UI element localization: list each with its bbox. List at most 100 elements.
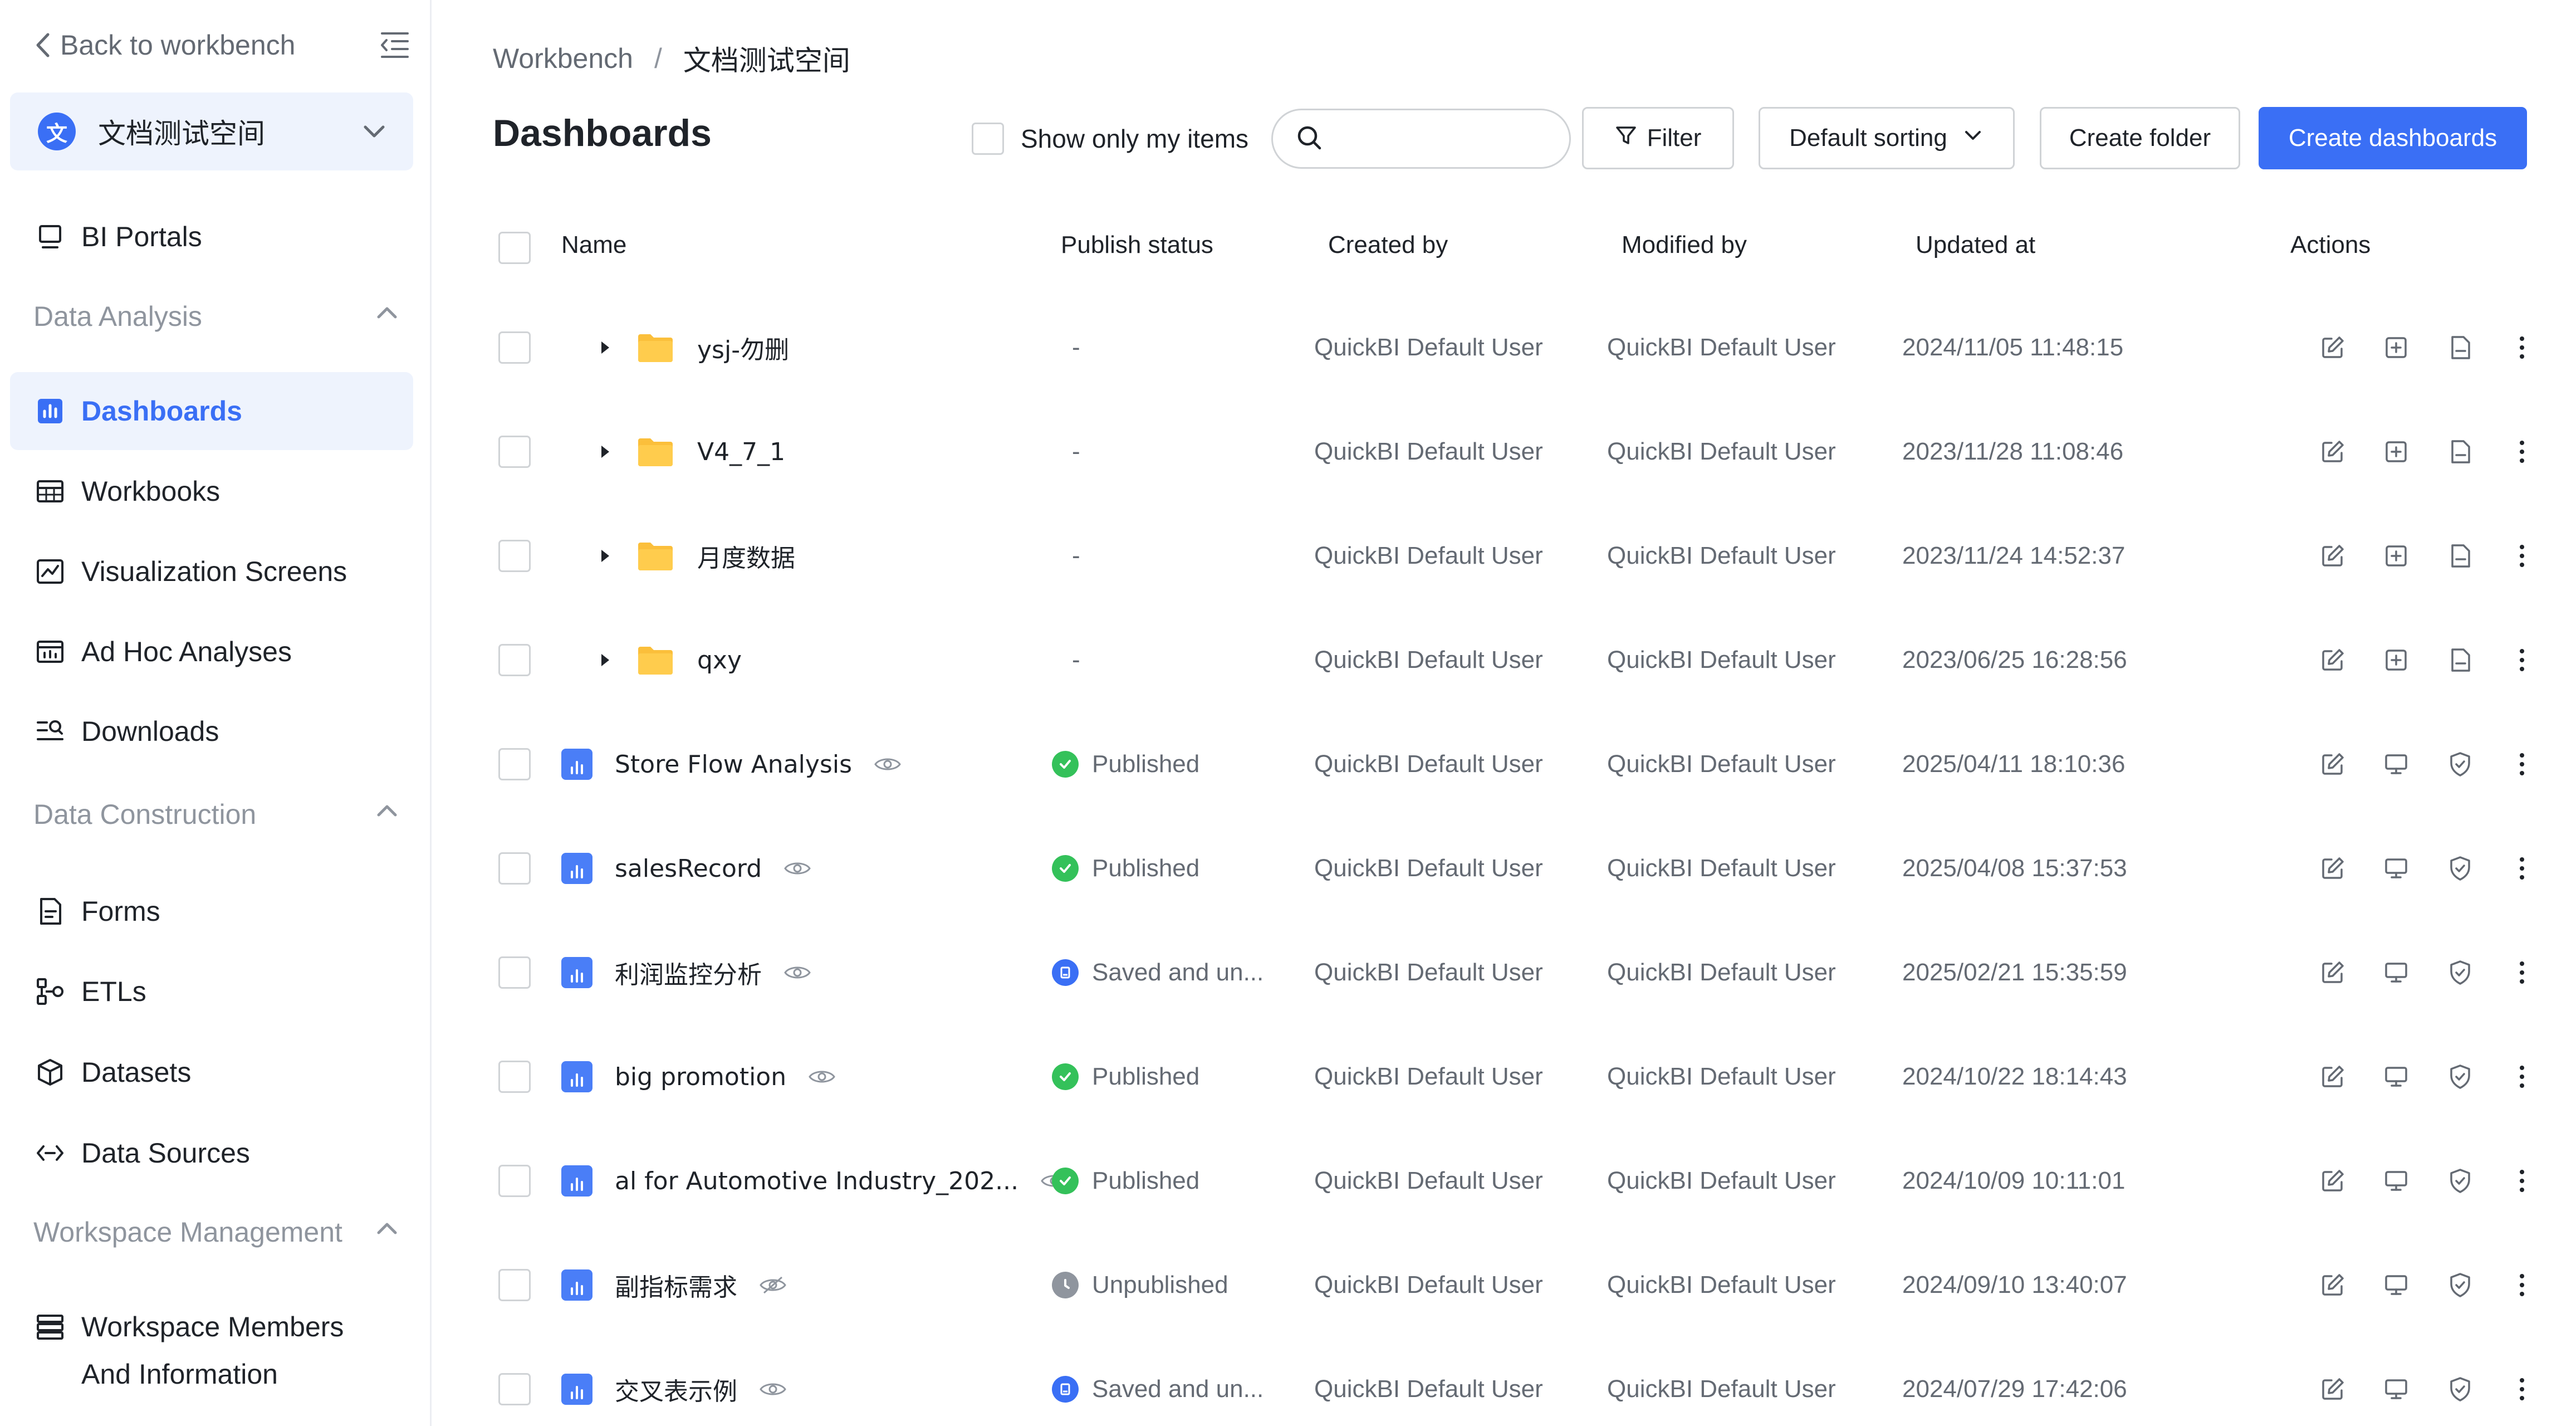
eye-icon[interactable] — [807, 1066, 836, 1088]
add-box-icon[interactable] — [2383, 647, 2410, 673]
document-icon[interactable] — [2447, 438, 2474, 465]
table-row[interactable]: qxy - QuickBI Default User QuickBI Default … — [476, 621, 2548, 699]
table-row[interactable]: big promotion Published QuickBI Default Us… — [476, 1038, 2548, 1116]
row-name[interactable]: 利润监控分析 — [615, 955, 762, 990]
edit-icon[interactable] — [2319, 1376, 2346, 1403]
edit-icon[interactable] — [2319, 334, 2346, 361]
table-row[interactable]: 副指标需求 Unpublished QuickBI Default User Quic… — [476, 1246, 2548, 1324]
more-actions-icon[interactable] — [2514, 438, 2530, 465]
add-box-icon[interactable] — [2383, 334, 2410, 361]
create-folder-button[interactable]: Create folder — [2040, 107, 2240, 169]
document-icon[interactable] — [2447, 334, 2474, 361]
more-actions-icon[interactable] — [2514, 1376, 2530, 1403]
edit-icon[interactable] — [2319, 1272, 2346, 1298]
search-input[interactable] — [1336, 125, 1548, 153]
eye-icon[interactable] — [783, 857, 812, 880]
monitor-icon[interactable] — [2383, 1063, 2410, 1090]
sidebar-item-datasets[interactable]: Datasets — [10, 1033, 413, 1111]
more-actions-icon[interactable] — [2514, 1063, 2530, 1090]
collapse-sidebar-icon[interactable] — [378, 28, 412, 62]
table-row[interactable]: 交叉表示例 Saved and un... QuickBI Default User… — [476, 1350, 2548, 1426]
monitor-icon[interactable] — [2383, 1376, 2410, 1403]
edit-icon[interactable] — [2319, 855, 2346, 882]
monitor-icon[interactable] — [2383, 1168, 2410, 1194]
column-header-name[interactable]: Name — [561, 231, 626, 259]
breadcrumb-workbench-link[interactable]: Workbench — [493, 42, 633, 75]
row-checkbox[interactable] — [498, 331, 531, 364]
shield-check-icon[interactable] — [2447, 751, 2474, 778]
table-row[interactable]: 利润监控分析 Saved and un... QuickBI Default Use… — [476, 934, 2548, 1012]
sidebar-group-workspace-management[interactable]: Workspace Management — [33, 1210, 401, 1254]
monitor-icon[interactable] — [2383, 959, 2410, 986]
shield-check-icon[interactable] — [2447, 1272, 2474, 1298]
sidebar-item-workspace-members[interactable]: Workspace Members And Information — [10, 1281, 413, 1393]
document-icon[interactable] — [2447, 543, 2474, 569]
row-checkbox[interactable] — [498, 1269, 531, 1301]
row-name[interactable]: salesRecord — [615, 854, 762, 883]
more-actions-icon[interactable] — [2514, 855, 2530, 882]
edit-icon[interactable] — [2319, 1168, 2346, 1194]
more-actions-icon[interactable] — [2514, 543, 2530, 569]
row-checkbox[interactable] — [498, 1061, 531, 1093]
row-checkbox[interactable] — [498, 436, 531, 468]
sidebar-group-data-analysis[interactable]: Data Analysis — [33, 294, 401, 339]
sort-dropdown[interactable]: Default sorting — [1759, 107, 2015, 169]
table-row[interactable]: 月度数据 - QuickBI Default User QuickBI Default… — [476, 517, 2548, 595]
monitor-icon[interactable] — [2383, 1272, 2410, 1298]
row-name[interactable]: 交叉表示例 — [615, 1371, 737, 1407]
sidebar-item-etls[interactable]: ETLs — [10, 953, 413, 1031]
row-name[interactable]: qxy — [697, 646, 742, 675]
sidebar-item-data-sources[interactable]: Data Sources — [10, 1114, 413, 1192]
table-row[interactable]: al for Automotive Industry_202... Publish… — [476, 1142, 2548, 1220]
edit-icon[interactable] — [2319, 959, 2346, 986]
edit-icon[interactable] — [2319, 543, 2346, 569]
table-row[interactable]: salesRecord Published QuickBI Default User… — [476, 829, 2548, 907]
caret-right-icon[interactable] — [594, 545, 616, 567]
row-name[interactable]: Store Flow Analysis — [615, 750, 852, 779]
document-icon[interactable] — [2447, 647, 2474, 673]
shield-check-icon[interactable] — [2447, 1063, 2474, 1090]
add-box-icon[interactable] — [2383, 543, 2410, 569]
edit-icon[interactable] — [2319, 751, 2346, 778]
more-actions-icon[interactable] — [2514, 751, 2530, 778]
row-name[interactable]: 副指标需求 — [615, 1267, 737, 1303]
sidebar-item-bi-portals[interactable]: BI Portals — [10, 198, 413, 276]
shield-check-icon[interactable] — [2447, 1376, 2474, 1403]
more-actions-icon[interactable] — [2514, 1272, 2530, 1298]
caret-right-icon[interactable] — [594, 441, 616, 463]
row-name[interactable]: big promotion — [615, 1063, 786, 1091]
sidebar-item-downloads[interactable]: Downloads — [10, 692, 413, 770]
table-row[interactable]: V4_7_1 - QuickBI Default User QuickBI Defau… — [476, 413, 2548, 491]
edit-icon[interactable] — [2319, 1063, 2346, 1090]
row-checkbox[interactable] — [498, 1165, 531, 1197]
table-row[interactable]: Store Flow Analysis Published QuickBI Defa… — [476, 725, 2548, 803]
sidebar-item-forms[interactable]: Forms — [10, 872, 413, 950]
shield-check-icon[interactable] — [2447, 959, 2474, 986]
eye-icon[interactable] — [873, 753, 902, 775]
shield-check-icon[interactable] — [2447, 1168, 2474, 1194]
more-actions-icon[interactable] — [2514, 647, 2530, 673]
eye-icon[interactable] — [758, 1378, 787, 1400]
row-name[interactable]: al for Automotive Industry_202... — [615, 1167, 1018, 1195]
checkbox[interactable] — [972, 123, 1004, 155]
monitor-icon[interactable] — [2383, 855, 2410, 882]
eye-icon[interactable] — [783, 961, 812, 984]
create-dashboards-button[interactable]: Create dashboards — [2259, 107, 2527, 169]
filter-button[interactable]: Filter — [1582, 107, 1734, 169]
row-name[interactable]: ysj-勿删 — [697, 330, 789, 365]
edit-icon[interactable] — [2319, 438, 2346, 465]
row-checkbox[interactable] — [498, 1373, 531, 1405]
table-row[interactable]: ysj-勿删 - QuickBI Default User QuickBI Defau… — [476, 309, 2548, 387]
eye-off-icon[interactable] — [758, 1274, 787, 1296]
search-box[interactable] — [1271, 109, 1571, 169]
more-actions-icon[interactable] — [2514, 1168, 2530, 1194]
row-name[interactable]: 月度数据 — [697, 538, 795, 574]
row-checkbox[interactable] — [498, 540, 531, 572]
monitor-icon[interactable] — [2383, 751, 2410, 778]
row-checkbox[interactable] — [498, 644, 531, 676]
sidebar-item-ad-hoc-analyses[interactable]: Ad Hoc Analyses — [10, 613, 413, 691]
row-checkbox[interactable] — [498, 852, 531, 885]
sidebar-item-workbooks[interactable]: Workbooks — [10, 452, 413, 530]
more-actions-icon[interactable] — [2514, 334, 2530, 361]
row-name[interactable]: V4_7_1 — [697, 438, 785, 466]
